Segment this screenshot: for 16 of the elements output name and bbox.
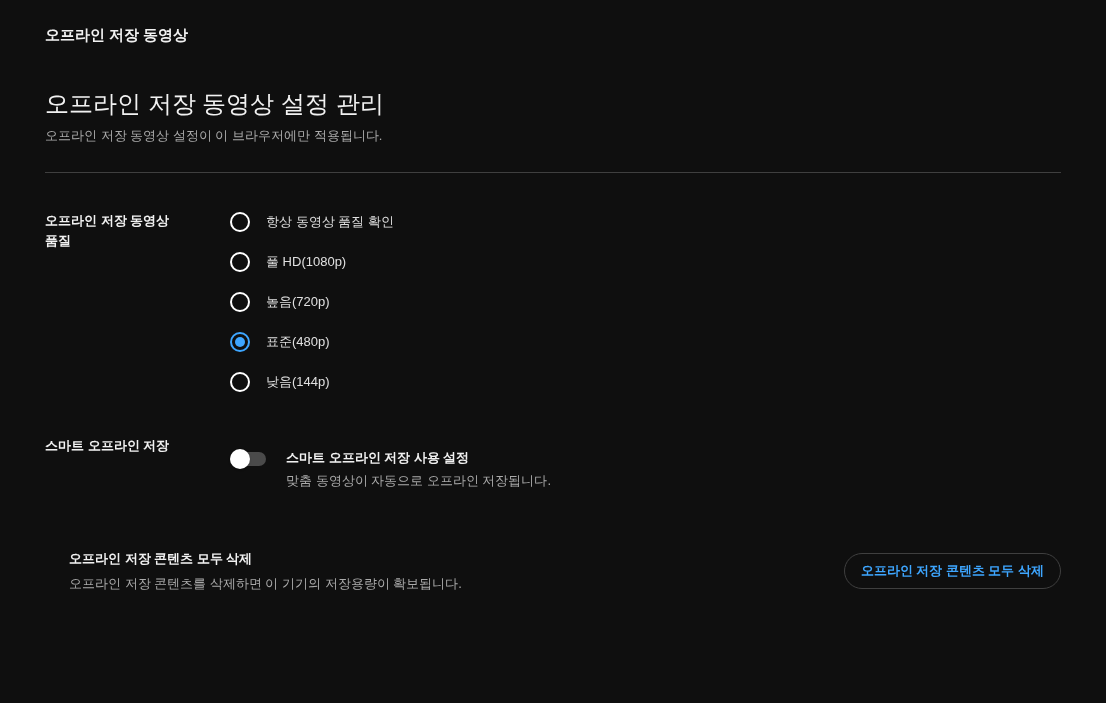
section-label: 오프라인 저장 동영상 품질 <box>45 211 171 250</box>
radio-button[interactable] <box>230 331 250 352</box>
radio-label: 높음(720p) <box>266 292 330 311</box>
toggle-title: 스마트 오프라인 저장 사용 설정 <box>286 448 471 467</box>
section-label: 스마트 오프라인 저장 <box>45 436 171 455</box>
radio-label: 풀 HD(1080p) <box>266 252 347 271</box>
radio-label: 항상 동영상 품질 확인 <box>266 212 394 231</box>
toggle-description: 맞춤 동영상이 자동으로 오프라인 저장됩니다. <box>286 472 552 490</box>
delete-description: 오프라인 저장 콘텐츠를 삭제하면 이 기기의 저장용량이 확보됩니다. <box>69 575 462 593</box>
toggle-switch[interactable] <box>230 451 266 466</box>
page-title: 오프라인 저장 동영상 설정 관리 <box>45 89 385 119</box>
page-subtitle: 오프라인 저장 동영상 설정이 이 브라우저에만 적용됩니다. <box>45 127 384 145</box>
delete-title: 오프라인 저장 콘텐츠 모두 삭제 <box>69 549 254 568</box>
radio-label: 낮음(144p) <box>266 372 330 391</box>
page-header-title: 오프라인 저장 동영상 <box>45 25 190 45</box>
radio-label: 표준(480p) <box>266 332 330 351</box>
